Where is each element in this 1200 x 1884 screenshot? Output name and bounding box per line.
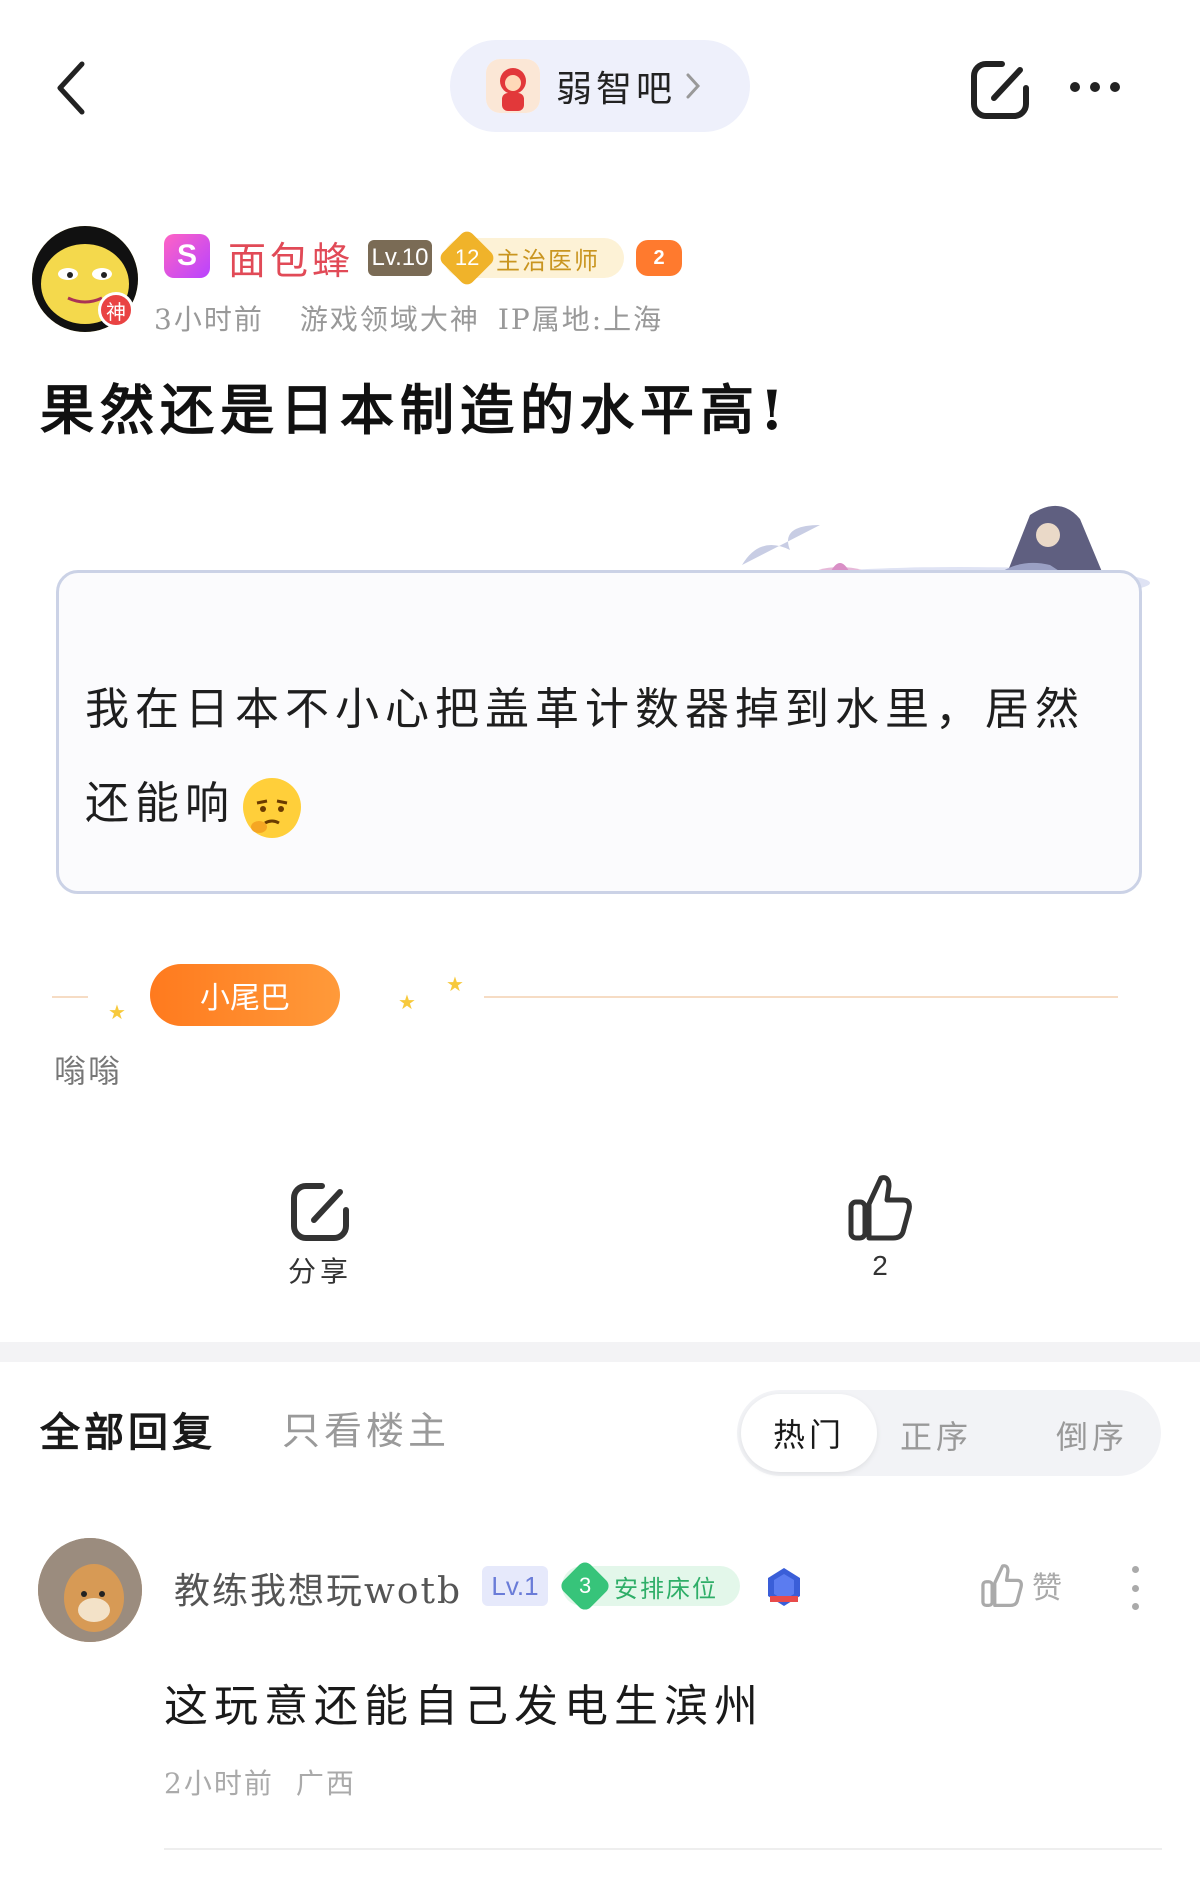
thumbs-up-icon [848,1175,912,1241]
sort-asc-button[interactable]: 正序 [900,1412,972,1458]
commenter-name[interactable]: 教练我想玩wotb [174,1562,462,1614]
back-button[interactable] [50,58,94,118]
thinking-emoji-icon [243,777,301,838]
medal-icon [764,1566,804,1608]
section-divider [0,1342,1200,1362]
star-icon: ★ [108,1000,126,1024]
comment-like-button[interactable]: 赞 [980,1562,1062,1608]
share-button[interactable]: 分享 [270,1180,370,1290]
more-options-button[interactable] [1070,72,1134,102]
post-body-card: 我在日本不小心把盖革计数器掉到水里，居然还能响 [56,570,1142,894]
sort-hot-button[interactable]: 热门 [741,1394,877,1472]
commenter-rank-title: 安排床位 [614,1574,718,1603]
comment-like-label: 赞 [1032,1571,1062,1606]
like-button[interactable]: 2 [830,1172,930,1282]
forum-avatar [486,59,540,113]
forum-entry[interactable]: 弱智吧 [450,40,750,132]
post-time: 3小时前 [154,303,264,336]
rank-badge: 12 主治医师 [437,228,624,288]
tail-badge: 小尾巴 [150,964,340,1026]
star-icon: ★ [398,990,416,1014]
sort-desc-button[interactable]: 倒序 [1056,1412,1128,1458]
comment-location: 广西 [295,1767,356,1800]
post-meta: 3小时前 游戏领域大神 IP属地:上海 [154,298,663,338]
share-icon-button[interactable] [968,58,1032,122]
like-count: 2 [872,1250,888,1281]
comment-divider [164,1848,1162,1850]
commenter-rank-number: 3 [558,1559,612,1613]
dot-icon [1131,1603,1139,1610]
dot-icon [1090,82,1100,92]
dot-icon [1131,1584,1139,1592]
tail-divider [52,996,88,998]
tab-all-replies[interactable]: 全部回复 [40,1400,216,1458]
level-badge: Lv.10 [368,240,432,276]
tab-only-owner[interactable]: 只看楼主 [282,1400,450,1455]
post-body: 我在日本不小心把盖革计数器掉到水里，居然还能响 [85,663,1117,851]
thumbs-up-icon [981,1564,1023,1608]
vip-badge: S [164,234,210,278]
comment-more-button[interactable] [1130,1566,1140,1610]
share-label: 分享 [287,1255,352,1288]
tail-divider [484,996,1118,998]
dot-icon [1131,1566,1139,1573]
share-icon [291,1183,349,1241]
share-icon [971,61,1029,119]
rank-title: 主治医师 [496,246,600,275]
dot-icon [1070,82,1080,92]
gamepad-icon: 2 [636,240,682,276]
rank-number: 12 [437,228,497,288]
post-title: 果然还是日本制造的水平高! [40,378,790,442]
star-icon: ★ [446,972,464,996]
comment-time: 2小时前 [164,1767,274,1800]
avatar-badge: 神 [98,292,134,328]
comment-text: 这玩意还能自己发电生滨州 [164,1681,764,1732]
comment-meta: 2小时前 广西 [164,1762,356,1802]
post-body-text: 我在日本不小心把盖革计数器掉到水里，居然还能响 [85,684,1085,829]
commenter-avatar[interactable] [38,1538,142,1642]
chevron-left-icon [57,61,85,115]
commenter-rank-badge: 3 安排床位 [558,1559,740,1613]
forum-name: 弱智吧 [556,69,677,110]
author-tag: 游戏领域大神 [299,303,480,336]
tail-text: 嗡嗡 [54,1052,123,1090]
dot-icon [1110,82,1120,92]
author-name[interactable]: 面包蜂 [228,230,354,285]
ip-location: IP属地:上海 [497,303,664,336]
commenter-level-badge: Lv.1 [482,1566,548,1606]
chevron-right-icon [686,73,701,99]
